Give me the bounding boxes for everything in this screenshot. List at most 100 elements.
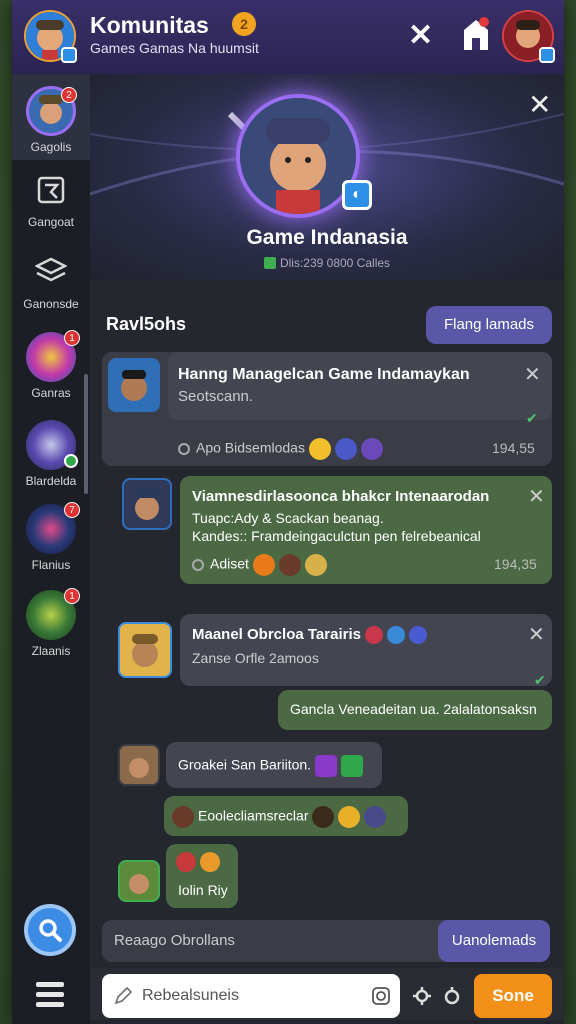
composer: Rebealsuneis Sone xyxy=(90,968,564,1020)
page-subtitle: Games Gamas Na huumsit xyxy=(90,40,259,56)
camera-icon[interactable] xyxy=(372,987,390,1005)
notification-badge: 7 xyxy=(64,502,80,518)
notification-badge: 1 xyxy=(64,330,80,346)
sidebar-item-ganonsde[interactable]: Ganonsde xyxy=(12,256,90,311)
game-avatar: 1 xyxy=(26,330,80,382)
stats-icon xyxy=(263,257,276,269)
message-text-content: Groakei San Bariiton. xyxy=(178,756,312,773)
flag-icon xyxy=(37,176,65,204)
emoji-icon xyxy=(315,755,338,777)
emoji-row xyxy=(176,852,220,872)
sidebar-item-label: Gangoat xyxy=(27,215,75,229)
message-body: Zanse Orfle 2amoos xyxy=(192,650,319,666)
message-title: Maanel Obrcloa Tarairis xyxy=(192,626,427,645)
send-button[interactable]: Sone xyxy=(474,974,552,1018)
reply-bubble[interactable]: Gancla Veneadeitan ua. 2alalatonsaksn xyxy=(278,690,552,730)
verified-icon xyxy=(61,47,77,63)
message-time: 194,55 xyxy=(492,440,535,456)
user-avatar[interactable] xyxy=(108,358,160,412)
sidebar-item-blardelda[interactable]: Blardelda xyxy=(12,420,90,488)
notification-badge: 1 xyxy=(64,588,80,604)
emoji-icon xyxy=(278,554,301,576)
page-title: Komunitas xyxy=(90,12,209,38)
sidebar-item-gagolis[interactable]: 2 Gagolis xyxy=(12,74,90,160)
game-avatar: 2 xyxy=(26,86,77,136)
emoji-icon xyxy=(176,852,196,872)
emoji-icon xyxy=(308,438,331,460)
community-avatar[interactable] xyxy=(24,10,77,63)
profile-avatar[interactable] xyxy=(502,10,555,63)
online-indicator xyxy=(64,454,78,468)
community-name: Game Indanasia xyxy=(246,226,408,249)
reply-button[interactable]: Uanolemads xyxy=(438,920,550,962)
message-body: Seotscann. xyxy=(178,388,254,405)
sidebar-item-label: Ganras xyxy=(31,386,71,400)
game-avatar: 7 xyxy=(26,502,80,554)
game-avatar: 1 xyxy=(26,588,80,640)
close-icon[interactable]: ✕ xyxy=(528,484,545,509)
community-stats: Dlis:239 0800 Calles xyxy=(90,256,564,270)
settings-icon[interactable] xyxy=(442,986,462,1006)
input-placeholder: Rebealsuneis xyxy=(142,987,239,1004)
user-avatar[interactable] xyxy=(118,860,160,902)
pencil-icon xyxy=(114,987,132,1005)
coin-icon: 2 xyxy=(232,12,256,36)
message-bubble[interactable]: Eoolecliamsreclar xyxy=(164,796,408,836)
message-bubble xyxy=(168,352,552,420)
close-icon[interactable]: ✕ xyxy=(408,18,433,53)
close-icon[interactable]: ✕ xyxy=(528,622,545,647)
message-time: 194,35 xyxy=(494,556,537,572)
sidebar-item-flanius[interactable]: 7 Flanius xyxy=(12,502,90,572)
emoji-icon xyxy=(386,626,405,645)
emoji-icon xyxy=(360,438,383,460)
close-icon[interactable]: ✕ xyxy=(524,362,541,387)
message-text: Iolin Riy xyxy=(178,882,228,898)
gear-icon xyxy=(192,559,204,571)
message-title: Hanng Managelcan Game Indamaykan xyxy=(178,366,470,383)
emoji-icon xyxy=(364,806,387,828)
notification-house-icon[interactable] xyxy=(462,16,490,52)
message-body: Tuapc:Ady & Scackan beanag. xyxy=(192,510,384,526)
sidebar-item-label: Zlaanis xyxy=(31,644,71,658)
sidebar-item-label: Blardelda xyxy=(25,474,77,488)
gear-icon[interactable] xyxy=(412,986,432,1006)
user-avatar[interactable] xyxy=(118,622,172,678)
reply-placeholder: Reaago Obrollans xyxy=(114,932,235,949)
sidebar-item-ganras[interactable]: 1 Ganras xyxy=(12,330,90,400)
user-avatar[interactable] xyxy=(122,478,172,530)
check-icon: ✔ xyxy=(534,672,546,688)
message-footer: Apo Bidsemlodas xyxy=(178,438,383,460)
message-bubble[interactable]: Groakei San Bariiton. xyxy=(166,742,382,788)
sidebar-item-label: Flanius xyxy=(31,558,71,572)
check-icon: ✔ xyxy=(526,410,538,426)
message-body-secondary: Kandes:: Framdeingaculctun pen felrebean… xyxy=(192,528,481,544)
message-footer-text: Adiset xyxy=(210,555,249,572)
emoji-icon xyxy=(338,806,361,828)
search-button[interactable] xyxy=(24,904,76,956)
community-hero: ✕ ◐ Game Indanasia Dlis:239 0800 Calles xyxy=(90,74,564,280)
menu-icon[interactable] xyxy=(36,982,64,1008)
message-input[interactable]: Rebealsuneis xyxy=(102,974,400,1018)
message-card[interactable]: Hanng Managelcan Game Indamaykan Seotsca… xyxy=(102,352,552,466)
message-card[interactable]: Maanel Obrcloa Tarairis Zanse Orfle 2amo… xyxy=(180,614,552,688)
notification-badge: 2 xyxy=(61,87,77,103)
verified-icon: ◐ xyxy=(342,180,372,210)
emoji-icon xyxy=(334,438,357,460)
emoji-icon xyxy=(304,554,327,576)
message-footer-text: Apo Bidsemlodas xyxy=(196,439,305,456)
sidebar-item-gangoat[interactable]: Gangoat xyxy=(12,176,90,229)
reply-bar[interactable]: Reaago Obrollans Uanolemads xyxy=(102,920,550,962)
sidebar-scrollbar[interactable] xyxy=(84,374,88,494)
message-bubble[interactable]: Iolin Riy xyxy=(166,844,238,908)
section-action-button[interactable]: Flang lamads xyxy=(426,306,552,344)
user-avatar[interactable] xyxy=(118,744,160,786)
sidebar-item-zlaanis[interactable]: 1 Zlaanis xyxy=(12,588,90,658)
layers-icon xyxy=(34,257,68,282)
message-card[interactable]: Viamnesdirlasoonca bhakcr Intenaarodan T… xyxy=(180,476,552,584)
message-footer: Adiset xyxy=(192,554,327,576)
verified-icon xyxy=(539,47,555,63)
sidebar: 2 Gagolis Gangoat Ganonsde 1 Ganras Blar… xyxy=(12,74,90,1024)
sidebar-item-label: Ganonsde xyxy=(23,297,79,311)
message-text: Eoolecliamsreclar xyxy=(172,806,387,828)
message-title-text: Maanel Obrcloa Tarairis xyxy=(192,626,361,643)
